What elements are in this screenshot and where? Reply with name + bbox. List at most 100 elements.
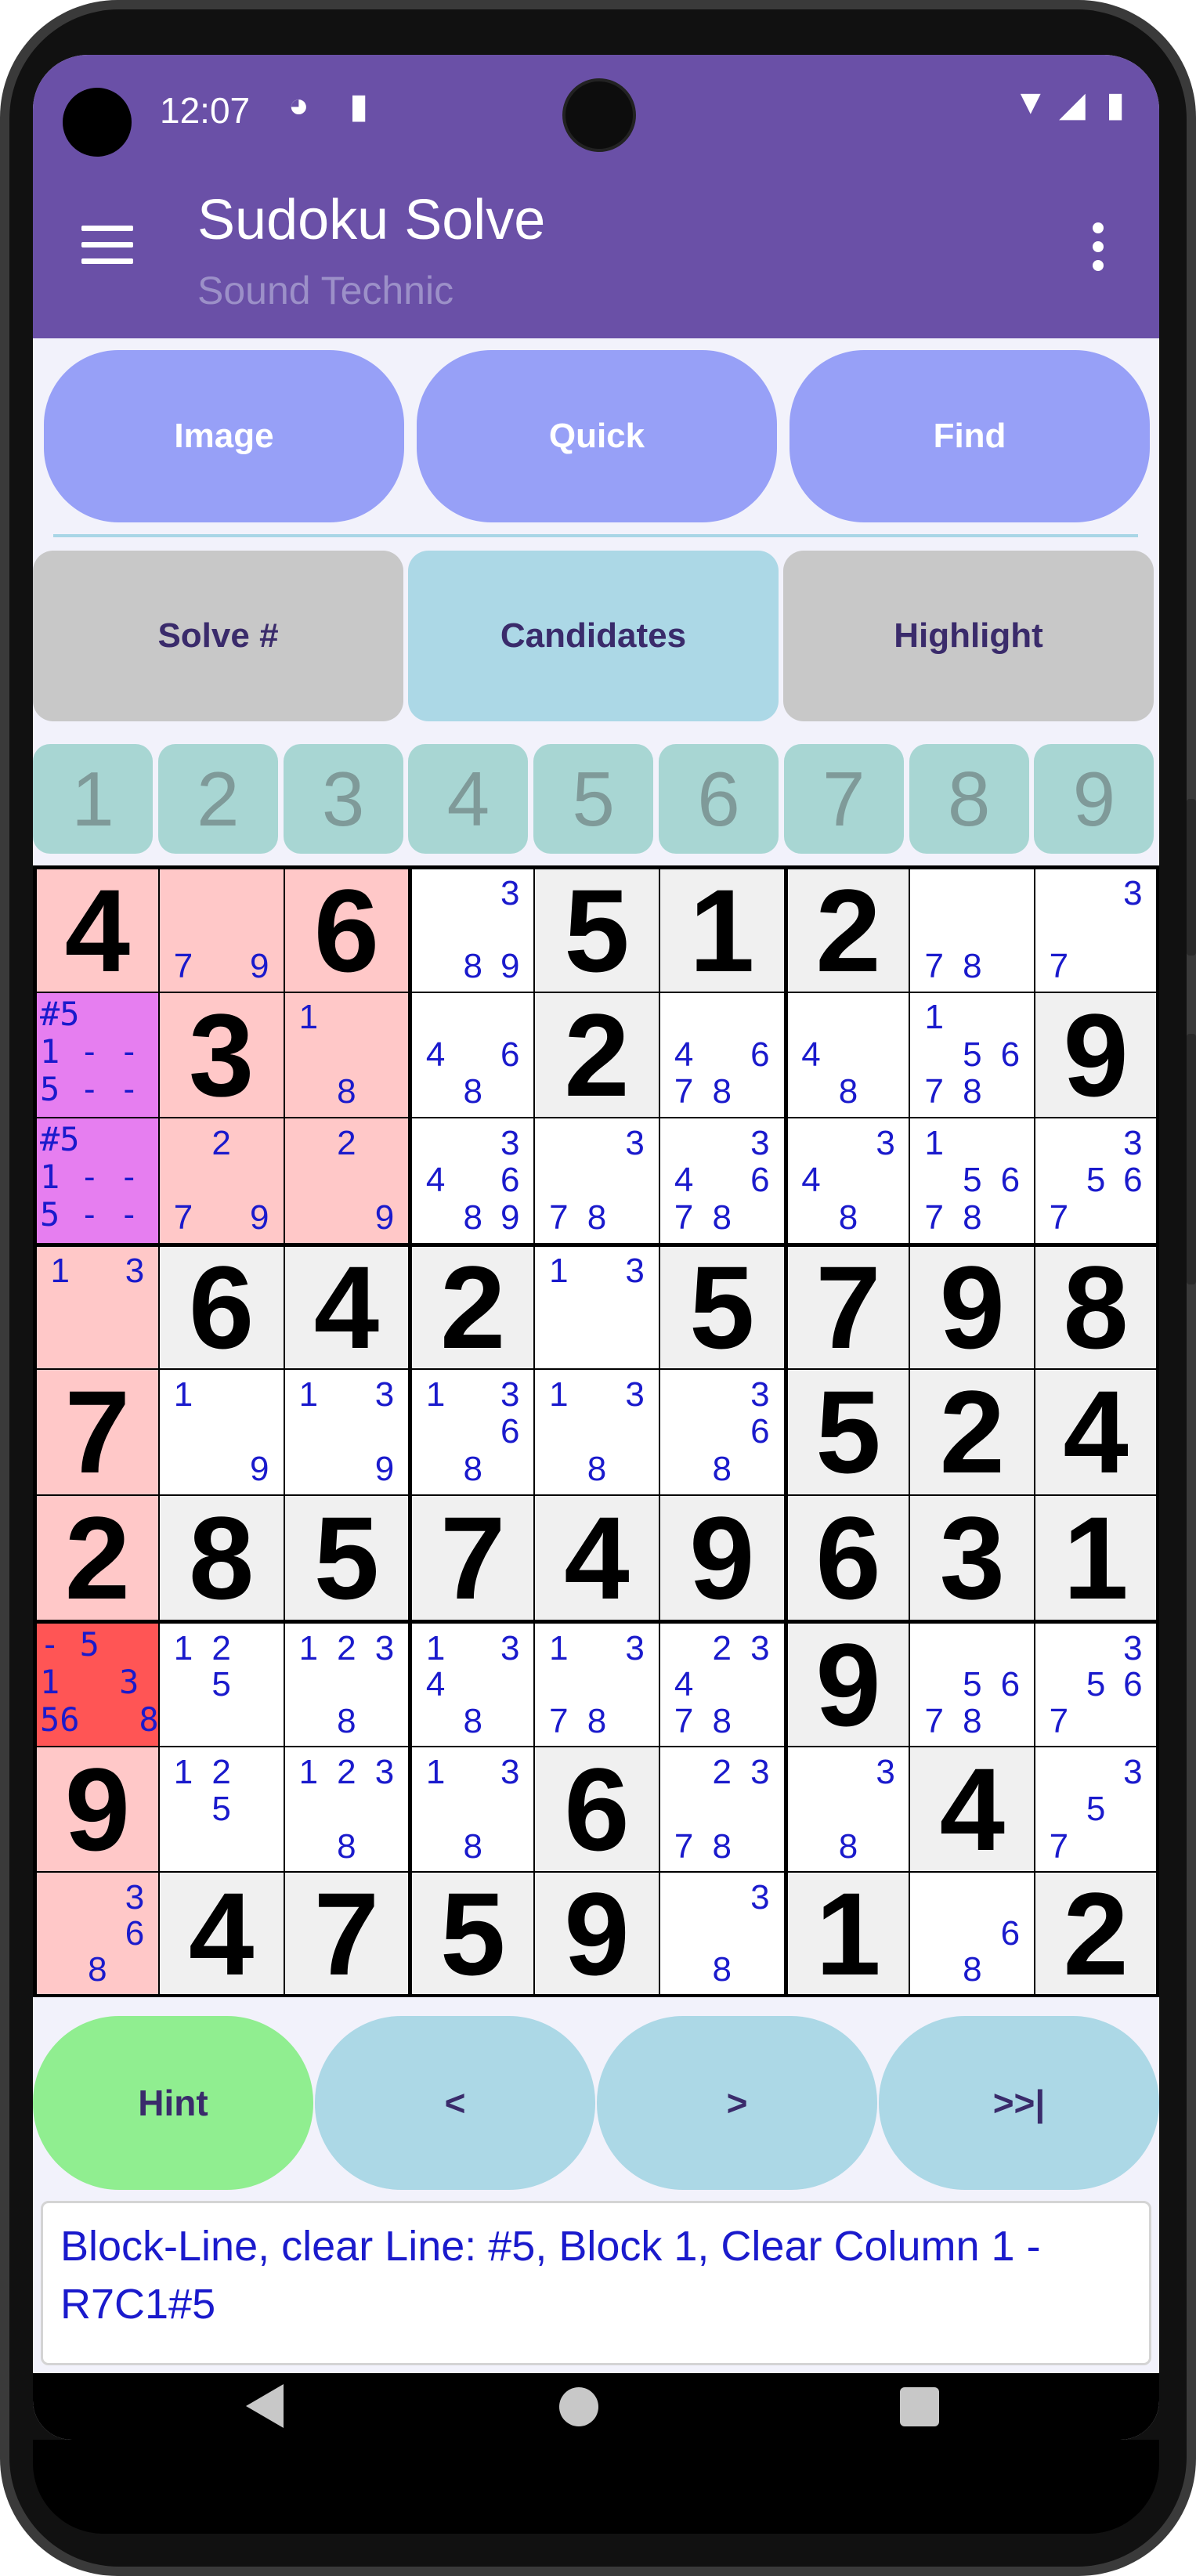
cell-r7c3[interactable]: 1238 [284,1624,409,1746]
cell-r7c6[interactable]: 23 478 [659,1624,784,1746]
cell-r4c6[interactable]: 5 [659,1246,784,1369]
cell-r8c9[interactable]: 357 [1035,1747,1156,1872]
cell-r5c4[interactable]: 1 368 [412,1370,534,1494]
cell-r4c5[interactable]: 13 [535,1246,659,1369]
cell-r9c1[interactable]: 368 [37,1873,158,1994]
cell-r3c5[interactable]: 3 78 [535,1118,659,1243]
cell-r3c8[interactable]: 156 78 [910,1118,1035,1243]
solve-number-button[interactable]: Solve # [33,551,403,721]
cell-r6c4[interactable]: 7 [412,1495,534,1620]
cell-r3c6[interactable]: 3 4 6 78 [659,1118,784,1243]
cell-r3c7[interactable]: 3 48 [787,1118,909,1243]
cell-r3c1[interactable]: #51 - - -5 - - 8 [37,1118,158,1243]
quick-button[interactable]: Quick [417,350,777,522]
cell-r5c5[interactable]: 1 38 [535,1370,659,1494]
cell-r7c8[interactable]: 56 78 [910,1624,1035,1746]
cell-r6c7[interactable]: 6 [787,1495,909,1620]
cell-r8c6[interactable]: 23 78 [659,1747,784,1872]
cell-r9c5[interactable]: 9 [535,1873,659,1994]
cell-r4c7[interactable]: 7 [787,1246,909,1369]
number-key-7[interactable]: 7 [783,744,904,854]
cell-r2c7[interactable]: 48 [787,992,909,1118]
hint-button[interactable]: Hint [33,2016,313,2190]
cell-r2c5[interactable]: 2 [535,992,659,1118]
find-button[interactable]: Find [790,350,1150,522]
cell-r8c7[interactable]: 38 [787,1747,909,1872]
cell-r1c6[interactable]: 1 [659,869,784,992]
cell-r4c4[interactable]: 2 [412,1246,534,1369]
cell-r1c5[interactable]: 5 [535,869,659,992]
cell-r7c7[interactable]: 9 [787,1624,909,1746]
cell-r4c9[interactable]: 8 [1035,1246,1156,1369]
back-icon[interactable] [246,2384,284,2428]
cell-r4c8[interactable]: 9 [910,1246,1035,1369]
cell-r1c1[interactable]: 4 [37,869,158,992]
cell-r8c1[interactable]: 9 [37,1747,158,1872]
cell-r6c1[interactable]: 2 [37,1495,158,1620]
previous-step-button[interactable]: < [315,2016,595,2190]
cell-r2c2[interactable]: 3 [159,992,284,1118]
image-button[interactable]: Image [44,350,404,522]
cell-r5c2[interactable]: 19 [159,1370,284,1494]
cell-r5c1[interactable]: 7 [37,1370,158,1494]
cell-r9c8[interactable]: 68 [910,1873,1035,1994]
cell-r6c6[interactable]: 9 [659,1495,784,1620]
cell-r4c1[interactable]: 13 [37,1246,158,1369]
cell-r2c1[interactable]: #51 - - -5 - - 8 [37,992,158,1118]
cell-r8c2[interactable]: 125 [159,1747,284,1872]
cell-r7c5[interactable]: 1 3 78 [535,1624,659,1746]
cell-r8c8[interactable]: 4 [910,1747,1035,1872]
number-key-1[interactable]: 1 [33,744,153,854]
number-key-2[interactable]: 2 [157,744,278,854]
recents-icon[interactable] [900,2387,939,2426]
cell-r3c3[interactable]: 29 [284,1118,409,1243]
number-key-6[interactable]: 6 [659,744,779,854]
cell-r1c9[interactable]: 37 [1035,869,1156,992]
cell-r9c2[interactable]: 4 [159,1873,284,1994]
cell-r5c8[interactable]: 2 [910,1370,1035,1494]
cell-r9c7[interactable]: 1 [787,1873,909,1994]
number-key-4[interactable]: 4 [408,744,529,854]
cell-r5c9[interactable]: 4 [1035,1370,1156,1494]
cell-r4c2[interactable]: 6 [159,1246,284,1369]
cell-r2c4[interactable]: 4 68 [412,992,534,1118]
cell-r6c5[interactable]: 4 [535,1495,659,1620]
number-key-8[interactable]: 8 [909,744,1029,854]
cell-r7c4[interactable]: 1 3 48 [412,1624,534,1746]
cell-r6c2[interactable]: 8 [159,1495,284,1620]
cell-r5c6[interactable]: 368 [659,1370,784,1494]
cell-r9c3[interactable]: 7 [284,1873,409,1994]
cell-r5c3[interactable]: 1 3 9 [284,1370,409,1494]
cell-r6c3[interactable]: 5 [284,1495,409,1620]
cell-r7c2[interactable]: 125 [159,1624,284,1746]
cell-r4c3[interactable]: 4 [284,1246,409,1369]
cell-r1c4[interactable]: 389 [412,869,534,992]
cell-r3c4[interactable]: 3 4 689 [412,1118,534,1243]
number-key-5[interactable]: 5 [533,744,654,854]
cell-r7c1[interactable]: - 51 3 56 8 [37,1624,158,1746]
highlight-button[interactable]: Highlight [783,551,1154,721]
cell-r3c2[interactable]: 27 9 [159,1118,284,1243]
home-icon[interactable] [559,2387,598,2426]
cell-r9c9[interactable]: 2 [1035,1873,1156,1994]
cell-r2c6[interactable]: 4 6 78 [659,992,784,1118]
cell-r1c8[interactable]: 78 [910,869,1035,992]
cell-r9c4[interactable]: 5 [412,1873,534,1994]
cell-r2c8[interactable]: 156 78 [910,992,1035,1118]
last-step-button[interactable]: >>| [879,2016,1159,2190]
cell-r3c9[interactable]: 356 7 [1035,1118,1156,1243]
cell-r2c3[interactable]: 18 [284,992,409,1118]
cell-r6c8[interactable]: 3 [910,1495,1035,1620]
overflow-menu-icon[interactable] [1090,222,1106,285]
number-key-3[interactable]: 3 [283,744,403,854]
cell-r5c7[interactable]: 5 [787,1370,909,1494]
cell-r9c6[interactable]: 38 [659,1873,784,1994]
cell-r1c2[interactable]: 79 [159,869,284,992]
cell-r6c9[interactable]: 1 [1035,1495,1156,1620]
menu-icon[interactable] [81,226,133,265]
cell-r8c5[interactable]: 6 [535,1747,659,1872]
cell-r7c9[interactable]: 356 7 [1035,1624,1156,1746]
cell-r8c4[interactable]: 1 38 [412,1747,534,1872]
cell-r1c7[interactable]: 2 [787,869,909,992]
cell-r1c3[interactable]: 6 [284,869,409,992]
